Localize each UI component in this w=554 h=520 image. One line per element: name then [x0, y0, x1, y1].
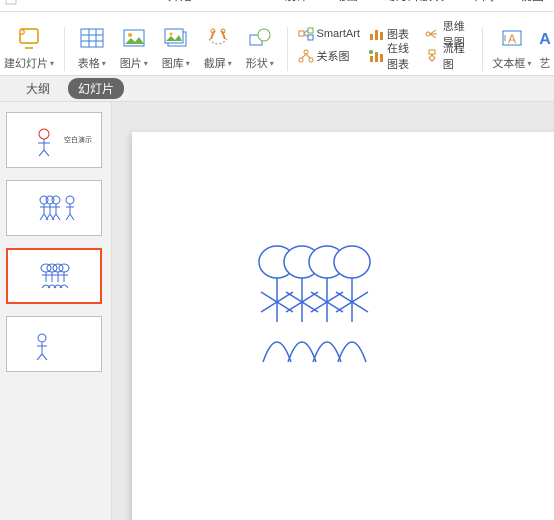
- textbox-label: 文本框: [492, 55, 525, 71]
- smartart-icon: [298, 27, 314, 41]
- tab-slides[interactable]: 幻灯片: [68, 78, 124, 99]
- textbox-button[interactable]: A 文本框▾: [492, 23, 531, 71]
- chart-icon: [368, 27, 384, 41]
- shapes-label: 形状: [246, 55, 268, 71]
- menu-review[interactable]: 审阅: [470, 0, 494, 3]
- flowchart-icon: [424, 49, 440, 63]
- table-label: 表格: [78, 55, 100, 71]
- flowchart-button[interactable]: 流程图: [424, 46, 472, 66]
- picture-label: 图片: [120, 55, 142, 71]
- wordart-button[interactable]: A 艺: [539, 23, 550, 71]
- menu-view[interactable]: 视图: [520, 0, 544, 3]
- chevron-down-icon: ▾: [144, 59, 148, 68]
- new-slide-button[interactable]: 建幻灯片▾: [4, 23, 54, 71]
- thumb-2[interactable]: [6, 180, 102, 236]
- menu-slideshow[interactable]: 幻灯片放映: [384, 0, 444, 3]
- top-menubar: 开始 插入 设计 动画 幻灯片放映 审阅 视图: [0, 0, 554, 12]
- thumb-1[interactable]: 空白演示: [6, 112, 102, 168]
- gallery-button[interactable]: 图库▾: [159, 23, 193, 71]
- separator: [64, 27, 65, 71]
- screenshot-label: 截屏: [204, 55, 226, 71]
- chevron-down-icon: ▾: [50, 59, 54, 68]
- gallery-label: 图库: [162, 55, 184, 71]
- separator: [482, 27, 483, 71]
- thumb-3[interactable]: [6, 248, 102, 304]
- relation-button[interactable]: 关系图: [298, 46, 360, 66]
- chevron-down-icon: ▾: [527, 59, 531, 68]
- chevron-down-icon: ▾: [186, 59, 190, 68]
- slide-thumbnails: 空白演示: [0, 102, 112, 520]
- new-slide-label: 建幻灯片: [4, 55, 48, 71]
- main-area: 空白演示: [0, 102, 554, 520]
- online-chart-label: 在线图表: [387, 40, 416, 72]
- screenshot-icon: [201, 23, 235, 53]
- wordart-label: 艺: [539, 55, 550, 71]
- shapes-icon: [243, 23, 277, 53]
- new-slide-icon: [12, 23, 46, 53]
- table-button[interactable]: 表格▾: [75, 23, 109, 71]
- chevron-down-icon: ▾: [228, 59, 232, 68]
- file-menu[interactable]: [4, 0, 20, 6]
- thumb1-text: 空白演示: [64, 135, 92, 144]
- relation-icon: [298, 49, 314, 63]
- separator: [287, 27, 288, 71]
- menu-animation[interactable]: 动画: [334, 0, 358, 3]
- table-icon: [75, 23, 109, 53]
- ribbon-insert: 建幻灯片▾ 表格▾ 图片▾ 图库▾ 截屏▾ 形状▾ S: [0, 12, 554, 76]
- online-chart-button[interactable]: 在线图表: [368, 46, 416, 66]
- svg-text:A: A: [539, 31, 550, 48]
- side-tabs: 大纲 幻灯片: [0, 76, 554, 102]
- smartart-button[interactable]: SmartArt: [298, 24, 360, 44]
- flowchart-label: 流程图: [443, 40, 472, 72]
- chevron-down-icon: ▾: [270, 59, 274, 68]
- wordart-icon: A: [539, 23, 550, 53]
- relation-label: 关系图: [317, 48, 350, 64]
- menu-start[interactable]: 开始: [168, 0, 192, 3]
- chevron-down-icon: ▾: [102, 59, 106, 68]
- online-chart-icon: [368, 49, 384, 63]
- gallery-icon: [159, 23, 193, 53]
- slide-surface[interactable]: [132, 132, 554, 520]
- screenshot-button[interactable]: 截屏▾: [201, 23, 235, 71]
- mindmap-icon: [424, 27, 440, 41]
- tab-outline[interactable]: 大纲: [16, 78, 60, 99]
- picture-button[interactable]: 图片▾: [117, 23, 151, 71]
- smartart-label: SmartArt: [317, 28, 360, 40]
- textbox-icon: A: [495, 23, 529, 53]
- slide-figure[interactable]: [247, 242, 397, 382]
- slide-canvas[interactable]: [112, 102, 554, 520]
- quick-access-bar: [4, 0, 20, 6]
- svg-text:A: A: [508, 32, 516, 46]
- menu-design[interactable]: 设计: [284, 0, 308, 3]
- picture-icon: [117, 23, 151, 53]
- thumb-4[interactable]: [6, 316, 102, 372]
- shapes-button[interactable]: 形状▾: [243, 23, 277, 71]
